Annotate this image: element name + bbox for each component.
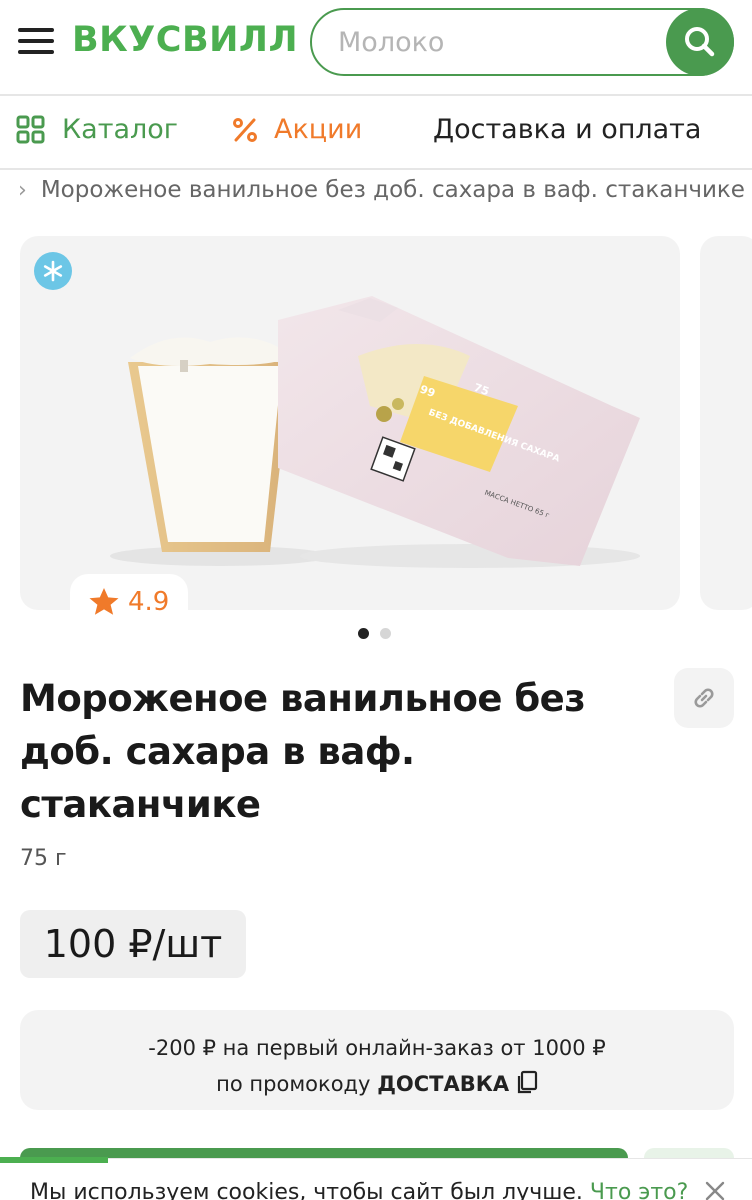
- chevron-right-icon: ›: [18, 177, 27, 203]
- nav-delivery[interactable]: Доставка и оплата: [433, 114, 701, 145]
- cookie-link[interactable]: Что это?: [590, 1180, 688, 1200]
- search-bar: [310, 8, 734, 76]
- share-link-button[interactable]: [674, 668, 734, 728]
- product-title: Мороженое ванильное без доб. сахара в ва…: [20, 677, 586, 826]
- promo-banner: -200 ₽ на первый онлайн-заказ от 1000 ₽ …: [20, 1010, 734, 1110]
- nav-catalog-label: Каталог: [62, 114, 178, 145]
- header: ВКУСВИЛЛ: [0, 0, 752, 96]
- cookie-progress: [0, 1157, 108, 1163]
- gallery-dot-active[interactable]: [358, 628, 369, 639]
- nav-promo[interactable]: Акции: [232, 114, 362, 145]
- percent-icon: [233, 117, 257, 142]
- product-image: БЕЗ ДОБАВЛЕНИЯ САХАРА 99 75 МАССА НЕТТО …: [110, 296, 640, 568]
- breadcrumb-current[interactable]: Мороженое ванильное без доб. сахара в ва…: [41, 177, 745, 203]
- product-gallery[interactable]: БЕЗ ДОБАВЛЕНИЯ САХАРА 99 75 МАССА НЕТТО …: [20, 236, 680, 610]
- close-icon[interactable]: [704, 1180, 726, 1200]
- search-button[interactable]: [666, 8, 734, 76]
- search-input[interactable]: [338, 10, 658, 74]
- gallery-dots: [358, 628, 402, 639]
- cookie-text: Мы используем cookies, чтобы сайт был лу…: [30, 1180, 583, 1200]
- nav-catalog[interactable]: Каталог: [16, 114, 178, 145]
- promo-line-1: -200 ₽ на первый онлайн-заказ от 1000 ₽: [148, 1036, 606, 1060]
- gallery-next-slide[interactable]: [700, 236, 752, 610]
- top-nav: Каталог Акции Доставка и оплата: [0, 96, 752, 170]
- search-icon: [685, 27, 715, 57]
- rating-value: 4.9: [128, 587, 170, 617]
- rating-badge: 4.9: [70, 574, 188, 630]
- grid-icon: [16, 115, 45, 143]
- menu-icon[interactable]: [18, 28, 54, 56]
- frozen-badge: [34, 252, 72, 290]
- product-weight: 75 г: [20, 846, 67, 871]
- copy-icon[interactable]: [516, 1070, 538, 1094]
- promo-prefix: по промокоду: [216, 1072, 371, 1096]
- star-icon: [89, 588, 119, 615]
- link-icon: [694, 688, 714, 708]
- product-price: 100 ₽/шт: [20, 910, 246, 978]
- gallery-dot[interactable]: [380, 628, 391, 639]
- breadcrumb: › Мороженое ванильное без доб. сахара в …: [18, 172, 752, 208]
- promo-line-2: по промокоду ДОСТАВКА: [20, 1066, 734, 1102]
- nav-delivery-label: Доставка и оплата: [433, 114, 702, 145]
- logo[interactable]: ВКУСВИЛЛ: [72, 20, 298, 60]
- cookie-message: Мы используем cookies, чтобы сайт был лу…: [30, 1180, 688, 1200]
- snowflake-icon: [43, 260, 63, 282]
- nav-promo-label: Акции: [274, 114, 363, 145]
- promo-code[interactable]: ДОСТАВКА: [377, 1072, 509, 1096]
